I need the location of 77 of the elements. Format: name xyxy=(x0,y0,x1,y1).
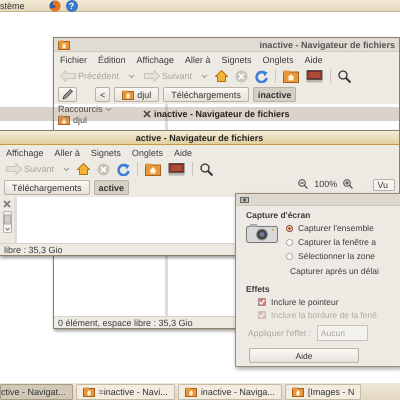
path-button[interactable]: active xyxy=(94,180,130,195)
window-title: active - Navigateur de fichiers xyxy=(136,132,264,142)
zoom-level: 100% xyxy=(314,179,338,189)
path-button[interactable]: Téléchargements xyxy=(4,180,90,195)
forward-arrow-icon xyxy=(6,163,22,175)
path-button[interactable]: djul xyxy=(114,87,160,102)
section-heading: Capture d'écran xyxy=(246,210,312,220)
menu-item[interactable]: Onglets xyxy=(262,54,294,64)
back-arrow-icon xyxy=(60,70,76,82)
menu-item[interactable]: Aller à xyxy=(184,54,210,64)
radio-button[interactable] xyxy=(286,252,293,260)
caret-icon[interactable] xyxy=(128,74,136,78)
delay-label: Capturer après un délai xyxy=(289,266,380,276)
help-button[interactable]: Aide xyxy=(249,348,359,363)
window-folder-icon xyxy=(58,40,70,50)
caret-icon[interactable] xyxy=(201,74,208,78)
folder-icon xyxy=(184,386,197,396)
zoom-in-icon[interactable] xyxy=(343,179,354,189)
reload-icon[interactable] xyxy=(255,70,268,82)
system-menu[interactable]: stème xyxy=(0,0,25,10)
taskbar-button[interactable]: [Images - N xyxy=(284,384,362,400)
sidebar-header[interactable]: Raccourcis xyxy=(58,104,103,114)
sidebar-item[interactable]: djul xyxy=(73,114,88,124)
caret-icon[interactable] xyxy=(63,166,70,172)
search-icon[interactable] xyxy=(338,70,352,82)
menu-item[interactable]: Édition xyxy=(98,54,126,64)
menu-item[interactable]: Aide xyxy=(304,54,323,64)
forward-arrow-icon xyxy=(144,70,160,82)
edit-location-button[interactable] xyxy=(58,87,77,102)
menu-item[interactable]: Signets xyxy=(221,54,252,64)
stop-icon[interactable] xyxy=(97,162,110,176)
menu-item[interactable]: Aller à xyxy=(54,148,80,158)
path-button[interactable]: inactive xyxy=(252,87,296,102)
close-icon[interactable] xyxy=(143,110,151,118)
home-icon[interactable] xyxy=(215,70,228,82)
camera-icon xyxy=(240,196,249,203)
search-icon[interactable] xyxy=(200,162,214,176)
home-folder-icon[interactable] xyxy=(283,70,300,82)
computer-icon[interactable] xyxy=(168,162,186,176)
menu-item[interactable]: Signets xyxy=(90,148,121,158)
taskbar-button[interactable]: ctive - Navigat... xyxy=(0,384,73,400)
computer-icon[interactable] xyxy=(306,70,324,82)
menu-item[interactable]: Aide xyxy=(174,148,192,158)
path-button[interactable]: Téléchargements xyxy=(163,87,249,102)
view-dropdown[interactable]: Vu xyxy=(373,179,395,191)
close-icon[interactable] xyxy=(3,200,11,208)
menu-item[interactable]: Affichage xyxy=(136,54,174,64)
window-title: inactive - Navigateur de fichiers xyxy=(259,40,395,50)
menu-item[interactable]: Onglets xyxy=(132,148,163,158)
menu-item[interactable]: Fichier xyxy=(60,54,88,64)
reload-icon[interactable] xyxy=(117,162,130,176)
folder-icon xyxy=(82,386,95,396)
folder-icon xyxy=(292,386,304,396)
folder-icon xyxy=(122,90,134,100)
radio-button[interactable] xyxy=(286,238,293,246)
path-scroll-button[interactable]: < xyxy=(95,87,110,102)
zoom-out-icon[interactable] xyxy=(298,179,308,189)
scrollbar-drawing[interactable] xyxy=(2,211,12,233)
taskbar-button[interactable]: =inactive - Navi... xyxy=(76,384,175,400)
radio-button[interactable] xyxy=(286,224,293,232)
camera-icon xyxy=(246,223,278,243)
caret-icon[interactable] xyxy=(104,106,112,112)
home-folder-icon[interactable] xyxy=(145,162,162,176)
effect-label: Appliquer l'effet : xyxy=(248,328,311,338)
radio-label[interactable]: Capturer l'ensemble xyxy=(298,223,374,233)
browser-icon[interactable] xyxy=(48,0,61,12)
radio-option[interactable]: Capturer l'ensemble xyxy=(286,223,376,233)
home-icon[interactable] xyxy=(77,163,90,175)
help-icon[interactable]: ? xyxy=(66,0,78,12)
folder-icon xyxy=(58,114,70,124)
section-heading: Effets xyxy=(246,284,271,294)
checkbox-label[interactable]: Inclure le pointeur xyxy=(271,297,339,307)
menu-item[interactable]: Affichage xyxy=(6,148,44,158)
pencil-icon xyxy=(62,89,73,100)
taskbar-button[interactable]: inactive - Naviga... xyxy=(178,384,282,400)
stop-icon[interactable] xyxy=(235,70,248,82)
checkbox[interactable] xyxy=(258,298,266,306)
